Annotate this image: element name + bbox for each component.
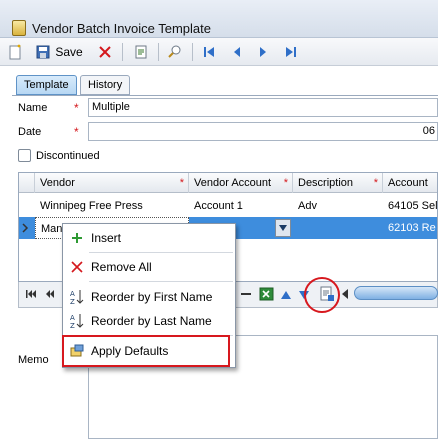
required-mark: * [74, 101, 79, 115]
discontinued-label: Discontinued [36, 150, 100, 162]
nav-delete-icon[interactable] [241, 293, 251, 295]
window-title: Vendor Batch Invoice Template [32, 21, 211, 36]
name-field[interactable]: Multiple [88, 98, 438, 117]
svg-text:A: A [70, 290, 75, 298]
scroll-left-icon[interactable] [341, 289, 349, 302]
menu-separator [89, 281, 233, 282]
memo-label: Memo [18, 354, 49, 366]
column-header-account[interactable]: Account [383, 173, 437, 193]
find-icon[interactable] [166, 42, 184, 62]
first-record-icon[interactable] [200, 42, 218, 62]
table-row[interactable]: Winnipeg Free Press Account 1 Adv 64105 … [19, 195, 437, 217]
required-mark: * [74, 125, 79, 139]
plus-icon [69, 230, 85, 246]
svg-text:A: A [70, 314, 75, 322]
title-bar: Vendor Batch Invoice Template [0, 0, 438, 38]
horizontal-scrollbar[interactable] [354, 286, 438, 300]
column-header-vendor-account[interactable]: Vendor Account * [189, 173, 293, 193]
column-header-description[interactable]: Description * [293, 173, 383, 193]
nav-previous-page-icon[interactable] [45, 288, 55, 303]
account-cell[interactable]: 64105 Sel [383, 195, 437, 217]
sort-az-icon: AZ [69, 289, 85, 305]
save-button[interactable]: Save [28, 42, 90, 62]
menu-item-remove-all[interactable]: Remove All [63, 255, 235, 279]
row-indicator-header [19, 173, 35, 193]
save-label: Save [55, 45, 83, 59]
menu-item-reorder-first-name[interactable]: AZ Reorder by First Name [63, 285, 235, 309]
tab-history[interactable]: History [80, 75, 131, 95]
column-header-vendor[interactable]: Vendor * [35, 173, 189, 193]
annotation-highlight-circle [304, 277, 340, 313]
previous-record-icon[interactable] [228, 42, 246, 62]
floppy-icon [36, 45, 50, 59]
app-icon [12, 20, 26, 36]
nav-first-icon[interactable] [25, 288, 37, 303]
x-icon [69, 259, 85, 275]
name-label: Name [18, 102, 48, 114]
toolbar-separator [192, 43, 193, 61]
description-cell[interactable] [293, 217, 383, 239]
toolbar-separator [122, 43, 123, 61]
menu-item-reorder-last-name[interactable]: AZ Reorder by Last Name [63, 309, 235, 333]
delete-icon[interactable] [96, 42, 114, 62]
grid-header: Vendor * Vendor Account * Description * Acc… [19, 173, 437, 193]
new-icon[interactable] [6, 42, 24, 62]
toolbar: Save [0, 38, 438, 66]
menu-separator [89, 252, 233, 253]
description-cell[interactable]: Adv [293, 195, 383, 217]
date-field[interactable]: 06 [88, 122, 438, 141]
menu-item-insert[interactable]: Insert [63, 226, 235, 250]
dropdown-arrow-icon[interactable] [275, 219, 291, 237]
row-pointer-icon [21, 217, 33, 239]
vendor-cell[interactable]: Winnipeg Free Press [35, 195, 189, 217]
discontinued-checkbox[interactable] [18, 149, 31, 162]
excel-export-icon[interactable] [259, 286, 275, 305]
document-icon[interactable] [132, 42, 150, 62]
move-up-icon[interactable] [281, 290, 291, 302]
date-label: Date [18, 126, 42, 138]
vendor-account-cell[interactable]: Account 1 [189, 195, 293, 217]
next-record-icon[interactable] [254, 42, 272, 62]
toolbar-separator [158, 43, 159, 61]
svg-text:Z: Z [70, 298, 75, 305]
last-record-icon[interactable] [282, 42, 300, 62]
annotation-highlight-box [62, 335, 230, 367]
account-cell[interactable]: 62103 Re [383, 217, 437, 239]
sort-az-icon: AZ [69, 313, 85, 329]
svg-text:Z: Z [70, 322, 75, 329]
tab-template[interactable]: Template [16, 75, 77, 95]
